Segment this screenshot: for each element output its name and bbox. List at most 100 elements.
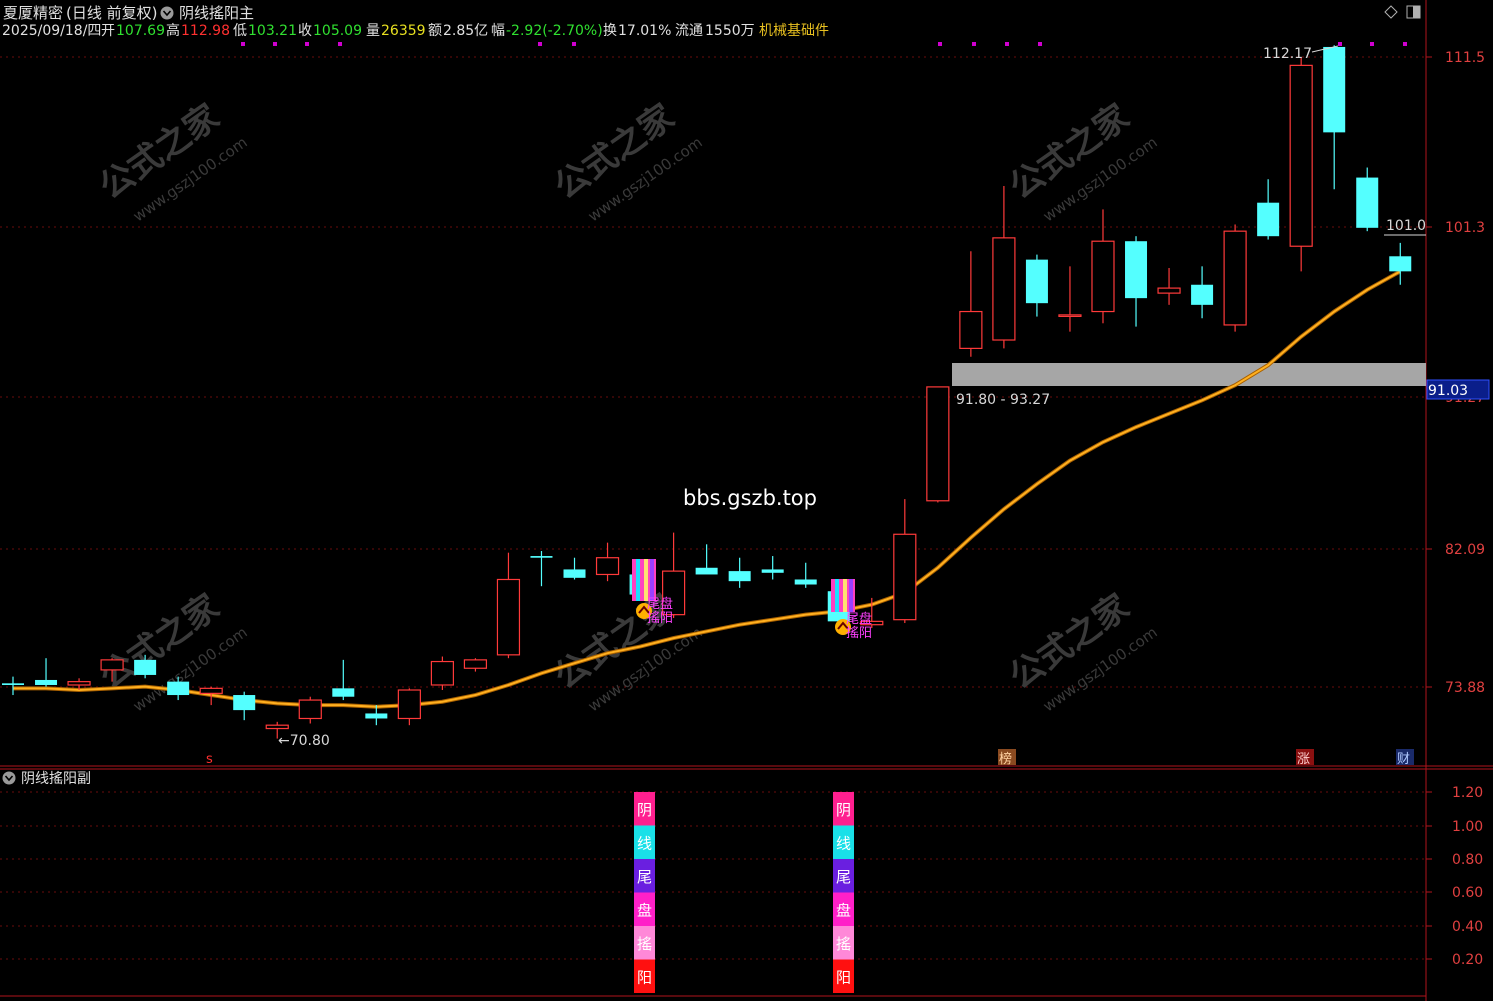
period-mode: (日线 前复权) [66,4,157,22]
candle [1257,179,1280,240]
candle [35,658,58,687]
candle-body [893,533,917,621]
last-price-label: 101.0 [1386,218,1426,234]
candle [1025,254,1048,317]
header-line-2: 2025/09/18/四 开 107.69 高 112.98 低 103.21 收 10… [2,22,829,39]
svg-text:财: 财 [1397,752,1410,767]
svg-text:额: 额 [428,23,442,39]
current-price-tag: 91.03 [1426,379,1490,400]
diamond-icon[interactable] [1384,5,1398,19]
low-value: 103.21 [248,23,297,39]
sub-axis: 1.20 1.00 0.80 0.60 0.40 0.20 [1426,785,1483,968]
candle-body [1389,256,1412,272]
svg-text:1.00: 1.00 [1452,819,1483,835]
min-price-label: ←70.80 [278,733,330,749]
event-s[interactable]: s [206,752,213,767]
candle [233,691,256,721]
event-cai[interactable]: 财 [1396,749,1414,767]
sub-panel-header: 阴线搖阳副 [2,771,91,787]
top-marker-dots [241,42,1407,46]
candle-body [1191,284,1214,305]
svg-text:0.60: 0.60 [1452,885,1483,901]
window-icon[interactable] [1406,5,1421,19]
event-zhang[interactable]: 涨 [1296,749,1314,767]
indicator-dropdown-icon[interactable] [160,6,174,20]
candle-body [530,556,553,558]
candle-body [167,681,190,696]
candle-body [430,660,454,686]
svg-text:开: 开 [101,23,115,39]
signal-marker-2[interactable]: 尾盘 搖阳 [831,579,872,641]
sub-bar-char: 阳 [637,969,652,987]
candle-body [761,569,784,573]
candle-body [992,237,1016,341]
svg-text:高: 高 [166,22,180,39]
candle-body [100,659,124,671]
candle [595,542,620,582]
sub-signal-bar-1[interactable]: 阴线尾盘搖阳 [634,792,655,993]
candles-layer [2,45,1412,739]
svg-text:0.40: 0.40 [1452,919,1483,935]
candle-body [1091,240,1115,313]
candle-body [1058,314,1082,317]
candle [298,696,322,724]
candle [1157,268,1181,305]
support-zone [952,363,1426,386]
amount-value: 2.85亿 [443,23,488,39]
candle-body [1323,46,1346,133]
candle-body [959,310,983,349]
candle [1356,167,1379,232]
float-value: 1550万 [705,23,755,39]
candle [1323,45,1346,190]
candle-body [926,386,950,502]
sector-label: 机械基础件 [759,22,829,39]
event-bang[interactable]: 榜 [998,749,1016,767]
sub-bar-char: 搖 [836,935,851,953]
svg-text:0.20: 0.20 [1452,952,1483,968]
candle [992,185,1016,349]
candle-body [1257,202,1280,237]
sub-bar-char: 盘 [836,902,851,920]
candle [430,656,454,691]
svg-text:0.80: 0.80 [1452,852,1483,868]
candle [728,557,751,588]
close-value: 105.09 [313,23,362,39]
candle [530,551,553,587]
change-value: -2.92(-2.70%) [506,23,603,39]
candle [563,557,586,580]
candle [959,251,983,357]
sub-indicator-dropdown-icon[interactable] [2,771,16,785]
candle [463,658,488,672]
candle-body [67,681,91,686]
candle-body [463,659,488,669]
header-line-1: 夏厦精密 (日线 前复权) 阴线搖阳主 [3,4,254,22]
svg-text:91.03: 91.03 [1428,383,1468,399]
sub-signal-bar-2[interactable]: 阴线尾盘搖阳 [833,792,854,993]
candle-body [794,579,817,585]
candle-body [595,557,620,576]
candle-body [298,699,322,720]
main-indicator-name: 阴线搖阳主 [179,4,254,22]
svg-text:101.3: 101.3 [1445,220,1485,236]
stock-name: 夏厦精密 [3,4,63,22]
svg-text:换: 换 [603,22,617,39]
candle-body [1125,241,1148,299]
sub-grid [0,791,1426,960]
candle-body [134,659,157,675]
candle-body [1025,259,1048,304]
chart-canvas[interactable]: 公式之家www.gszj100.com 公式之家www.gszj100.com … [0,0,1493,1001]
support-zone-label: 91.80 - 93.27 [956,392,1050,408]
candle [893,499,917,624]
sub-bar-char: 尾 [836,868,851,886]
signal-label-1a: 尾盘 [647,596,673,612]
candle [1125,236,1148,327]
svg-text:收: 收 [298,23,312,39]
sub-bar-char: 尾 [637,868,652,886]
candle-body [365,713,388,719]
sub-indicator-name: 阴线搖阳副 [21,771,91,787]
svg-text:1.20: 1.20 [1452,785,1483,801]
svg-text:榜: 榜 [999,751,1012,767]
sub-bar-char: 线 [836,835,851,853]
svg-text:流通: 流通 [675,23,703,39]
sub-bar-char: 线 [637,835,652,853]
